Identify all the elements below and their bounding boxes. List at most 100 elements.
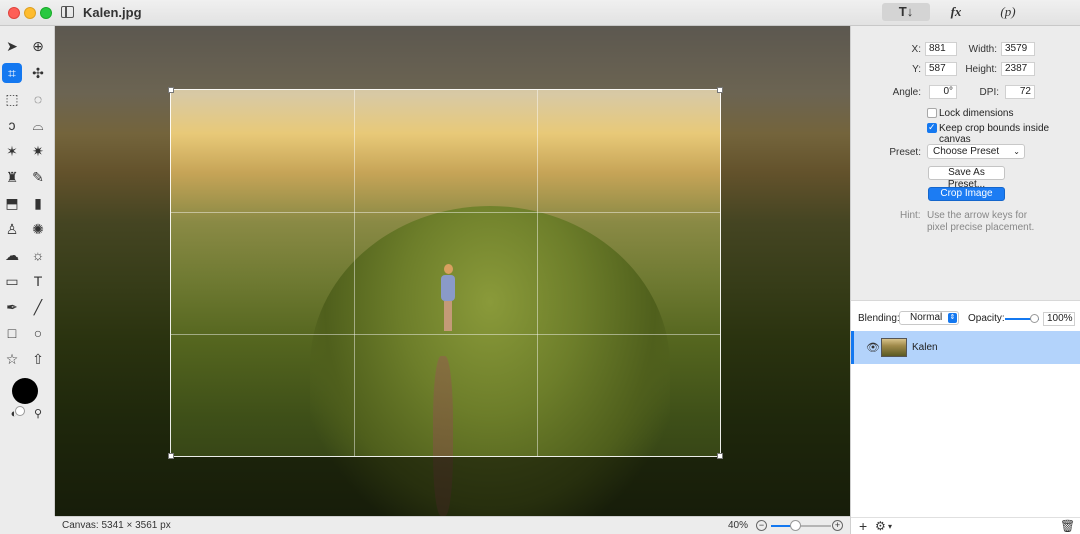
zoom-slider[interactable] <box>771 520 831 531</box>
opacity-field[interactable]: 100% <box>1043 312 1075 326</box>
blending-bar: Blending: Normal ⇕ Opacity: 100% <box>851 311 1080 327</box>
keep-bounds-checkbox[interactable] <box>927 122 937 133</box>
gear-icon[interactable]: ⚙ <box>875 519 886 533</box>
image-canvas[interactable] <box>55 26 850 516</box>
opacity-slider-thumb[interactable] <box>1030 314 1039 323</box>
close-window-button[interactable] <box>8 7 20 19</box>
crop-grid-line <box>353 90 355 456</box>
sidebar-toggle-icon[interactable] <box>61 6 74 18</box>
hint-text: Use the arrow keys for pixel precise pla… <box>927 210 1035 233</box>
trash-icon[interactable]: 🗑 <box>1060 519 1075 533</box>
width-field[interactable]: 3579 <box>1001 42 1035 56</box>
crop-tool-icon[interactable]: ⌗ <box>2 63 22 83</box>
y-label: Y: <box>912 64 921 75</box>
zoom-out-icon[interactable]: − <box>756 520 767 531</box>
opacity-label: Opacity: <box>968 313 1005 324</box>
height-field[interactable]: 2387 <box>1001 62 1035 76</box>
hint-label: Hint: <box>900 210 921 221</box>
add-layer-icon[interactable]: + <box>859 518 867 534</box>
clone-stamp-icon[interactable]: ♙ <box>2 219 22 239</box>
gradient-icon[interactable]: ▭ <box>2 271 22 291</box>
crop-rectangle[interactable] <box>168 87 723 459</box>
rect-shape-icon[interactable]: □ <box>2 323 22 343</box>
status-bar: Canvas: 5341 × 3561 px 40% − + <box>55 516 850 534</box>
arrow-shape-icon[interactable]: ⇧ <box>28 349 48 369</box>
crop-handle-bottom-right[interactable] <box>717 453 723 459</box>
pencil-icon[interactable]: ✎ <box>28 167 48 187</box>
document-title: Kalen.jpg <box>83 5 142 20</box>
blending-popup[interactable]: Normal ⇕ <box>899 311 959 325</box>
lasso-icon[interactable]: ↄ <box>2 115 22 135</box>
title-bar: Kalen.jpg T↓ fx (p) <box>0 0 1080 26</box>
keep-bounds-label: Keep crop bounds inside canvas <box>939 123 1050 145</box>
opacity-slider[interactable] <box>1005 314 1039 323</box>
tab-tools-inspector[interactable]: T↓ <box>882 3 930 21</box>
crop-image-button[interactable]: Crop Image <box>928 187 1005 201</box>
zoom-window-button[interactable] <box>40 7 52 19</box>
blending-value: Normal <box>910 312 943 323</box>
polygon-lasso-icon[interactable]: ⌓ <box>28 115 48 135</box>
x-field[interactable]: 881 <box>925 42 957 56</box>
save-as-preset-button[interactable]: Save As Preset... <box>928 166 1005 190</box>
layer-name: Kalen <box>912 342 938 353</box>
line-tool-icon[interactable]: ╱ <box>28 297 48 317</box>
star-shape-icon[interactable]: ☆ <box>2 349 22 369</box>
tab-effects[interactable]: fx <box>944 3 968 21</box>
arrow-tool-icon[interactable]: ➤ <box>2 36 22 56</box>
pen-tool-icon[interactable]: ✒ <box>2 297 22 317</box>
selected-layer-indicator <box>851 331 854 364</box>
zoom-percent-label: 40% <box>728 520 749 531</box>
crop-handle-top-right[interactable] <box>717 87 723 93</box>
tab-paths[interactable]: (p) <box>996 3 1020 21</box>
chevron-down-icon: ⌄ <box>1013 147 1020 156</box>
x-label: X: <box>911 44 921 55</box>
angle-label: Angle: <box>892 87 921 98</box>
foreground-color-swatch[interactable] <box>12 378 38 404</box>
crop-grid-line <box>171 333 720 335</box>
y-field[interactable]: 587 <box>925 62 957 76</box>
chevron-down-icon[interactable]: ▾ <box>888 522 892 531</box>
toolbox: ◐ ⚲ ➤ ⊕ ⌗ ✣ ⬚ ◌ ↄ ⌓ ✶ ✷ ♜ ✎ ⬒ ▮ ♙ ✺ ☁ ☼ ▭ T ✒ ╱ □ ○ ☆ ⇧ <box>0 26 55 516</box>
crop-handle-bottom-left[interactable] <box>168 453 174 459</box>
burn-icon[interactable]: ✺ <box>28 219 48 239</box>
layer-row[interactable]: 👁 Kalen <box>851 331 1080 364</box>
eraser-icon[interactable]: ⬒ <box>2 193 22 213</box>
rect-select-icon[interactable]: ⬚ <box>2 89 22 109</box>
crop-mask-right <box>721 89 850 457</box>
angle-field[interactable]: 0° <box>929 85 957 99</box>
preset-popup[interactable]: Choose Preset ⌄ <box>927 144 1025 159</box>
crop-inspector: X: 881 Width: 3579 Y: 587 Height: 2387 A… <box>850 26 1080 300</box>
text-tool-icon[interactable]: T <box>28 271 48 291</box>
dpi-field[interactable]: 72 <box>1005 85 1035 99</box>
lock-dimensions-label: Lock dimensions <box>939 108 1014 119</box>
ellipse-shape-icon[interactable]: ○ <box>28 323 48 343</box>
background-color-swatch[interactable] <box>15 406 25 416</box>
transform-tool-icon[interactable]: ✣ <box>28 63 48 83</box>
layers-panel: Blending: Normal ⇕ Opacity: 100% 👁 Kalen… <box>850 300 1080 534</box>
eye-icon[interactable]: 👁 <box>866 341 880 354</box>
zoom-in-icon[interactable]: + <box>832 520 843 531</box>
magic-wand-icon[interactable]: ✶ <box>2 141 22 161</box>
minimize-window-button[interactable] <box>24 7 36 19</box>
brightness-icon[interactable]: ☼ <box>28 245 48 265</box>
blending-label: Blending: <box>858 313 900 324</box>
height-label: Height: <box>965 64 997 75</box>
cloud-icon[interactable]: ☁ <box>2 245 22 265</box>
paint-bucket-icon[interactable]: ♜ <box>2 167 22 187</box>
crop-grid-line <box>171 211 720 213</box>
crop-handle-top-left[interactable] <box>168 87 174 93</box>
smudge-icon[interactable]: ▮ <box>28 193 48 213</box>
magic-eraser-icon[interactable]: ✷ <box>28 141 48 161</box>
canvas-size-label: Canvas: 5341 × 3561 px <box>62 520 171 531</box>
zoom-slider-thumb[interactable] <box>790 520 801 531</box>
crop-mask-top <box>55 26 850 89</box>
stepper-icon: ⇕ <box>948 313 957 323</box>
lock-dimensions-checkbox[interactable] <box>927 108 937 118</box>
width-label: Width: <box>968 44 997 55</box>
ellipse-select-icon[interactable]: ◌ <box>28 89 48 109</box>
eyedropper-icon[interactable]: ⚲ <box>28 404 48 424</box>
crop-mask-left <box>55 89 170 457</box>
dpi-label: DPI: <box>979 87 999 98</box>
preset-label: Preset: <box>889 147 921 158</box>
zoom-tool-icon[interactable]: ⊕ <box>28 36 48 56</box>
